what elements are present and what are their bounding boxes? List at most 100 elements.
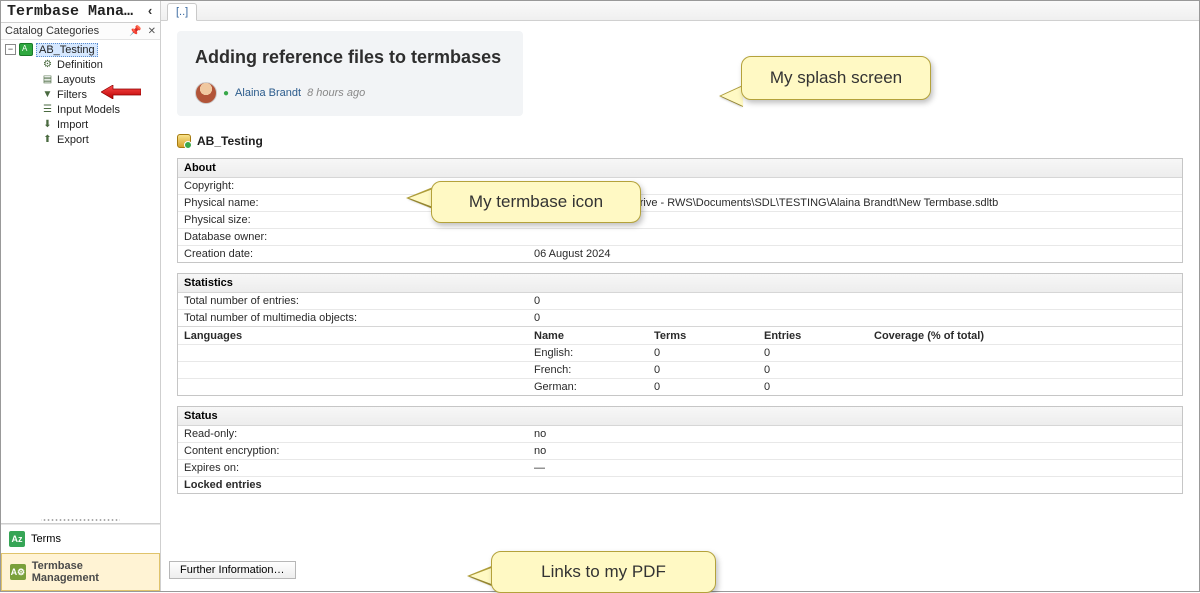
- model-icon: ☰: [41, 103, 54, 116]
- callout-tail-icon: [721, 86, 743, 106]
- splash-panel: Adding reference files to termbases ● Al…: [177, 31, 523, 116]
- tree-item-label: Filters: [57, 89, 87, 101]
- export-icon: ⬆: [41, 133, 54, 146]
- sidebar-title: Termbase Mana… ‹: [1, 1, 160, 23]
- table-row: Total number of multimedia objects: 0: [178, 310, 1182, 327]
- callout-pdf-text: Links to my PDF: [541, 562, 666, 581]
- status-encryption-label: Content encryption:: [178, 443, 528, 460]
- callout-icon-text: My termbase icon: [469, 192, 603, 211]
- tab-current[interactable]: [..]: [167, 3, 197, 21]
- nav-termbase-management[interactable]: A⚙ Termbase Management: [1, 553, 160, 591]
- lang-name: French:: [528, 362, 648, 379]
- lang-coverage: [868, 345, 1182, 362]
- stats-entries-label: Total number of entries:: [178, 293, 528, 310]
- table-row: Content encryption: no: [178, 443, 1182, 460]
- table-row: Database owner:: [178, 229, 1182, 246]
- status-expires-label: Expires on:: [178, 460, 528, 477]
- gear-icon: ⚙: [41, 58, 54, 71]
- col-coverage: Coverage (% of total): [868, 327, 1182, 345]
- filter-icon: ▼: [41, 88, 54, 101]
- about-creation-label: Creation date:: [178, 246, 528, 263]
- lang-terms: 0: [648, 379, 758, 396]
- about-db-owner-label: Database owner:: [178, 229, 528, 246]
- lang-entries: 0: [758, 345, 868, 362]
- terms-icon: Az: [9, 531, 25, 547]
- tree-item-export[interactable]: ⬆ Export: [3, 132, 158, 147]
- table-row: Total number of entries: 0: [178, 293, 1182, 310]
- catalog-header-label: Catalog Categories: [5, 25, 99, 37]
- lang-terms: 0: [648, 345, 758, 362]
- lang-coverage: [868, 379, 1182, 396]
- callout-tail-icon: [409, 189, 433, 207]
- pin-icon[interactable]: 📌: [129, 26, 141, 37]
- col-name: Name: [528, 327, 648, 345]
- online-dot-icon: ●: [223, 88, 229, 99]
- callout-splash-text: My splash screen: [770, 68, 902, 87]
- lang-coverage: [868, 362, 1182, 379]
- tab-label: [..]: [176, 6, 188, 18]
- lang-entries: 0: [758, 379, 868, 396]
- lang-name: German:: [528, 379, 648, 396]
- table-row: Locked entries: [178, 477, 1182, 494]
- table-row: English: 0 0: [178, 345, 1182, 362]
- status-encryption-value: no: [528, 443, 1182, 460]
- termbase-heading: AB_Testing: [177, 134, 1183, 148]
- tree-item-label: Export: [57, 134, 89, 146]
- table-row: Read-only: no: [178, 426, 1182, 443]
- status-readonly-label: Read-only:: [178, 426, 528, 443]
- tree-item-label: Input Models: [57, 104, 120, 116]
- table-row: Physical name: C:\Users\pfilkin\OneDrive…: [178, 195, 1182, 212]
- callout-pdf: Links to my PDF: [491, 551, 716, 593]
- main-panel: [..] Adding reference files to termbases…: [161, 1, 1199, 591]
- status-readonly-value: no: [528, 426, 1182, 443]
- import-icon: ⬇: [41, 118, 54, 131]
- table-row: German: 0 0: [178, 379, 1182, 396]
- statistics-header: Statistics: [178, 274, 1182, 293]
- tree-item-import[interactable]: ⬇ Import: [3, 117, 158, 132]
- nav-management-label: Termbase Management: [32, 560, 151, 584]
- languages-label: Languages: [178, 327, 528, 345]
- status-locked-label: Locked entries: [178, 477, 528, 494]
- stats-entries-value: 0: [528, 293, 1182, 310]
- callout-splash: My splash screen: [741, 56, 931, 100]
- status-expires-value: —: [528, 460, 1182, 477]
- tree-item-label: Definition: [57, 59, 103, 71]
- col-terms: Terms: [648, 327, 758, 345]
- stats-mm-label: Total number of multimedia objects:: [178, 310, 528, 327]
- termbase-management-icon: A⚙: [10, 564, 26, 580]
- time-ago: 8 hours ago: [307, 87, 365, 99]
- tree-root-label: AB_Testing: [36, 43, 98, 57]
- nav-terms[interactable]: Az Terms: [1, 524, 160, 553]
- sidebar-title-text: Termbase Mana…: [7, 3, 133, 20]
- lang-terms: 0: [648, 362, 758, 379]
- tree-item-filters[interactable]: ▼ Filters: [3, 87, 158, 102]
- tree-item-definition[interactable]: ⚙ Definition: [3, 57, 158, 72]
- content-area: Adding reference files to termbases ● Al…: [161, 21, 1199, 591]
- tree-root-ab-testing[interactable]: − AB_Testing: [3, 42, 158, 57]
- col-entries: Entries: [758, 327, 868, 345]
- author-link[interactable]: Alaina Brandt: [235, 87, 301, 99]
- table-row: Expires on: —: [178, 460, 1182, 477]
- tree-item-label: Import: [57, 119, 88, 131]
- status-header: Status: [178, 407, 1182, 426]
- lang-name: English:: [528, 345, 648, 362]
- tree-item-layouts[interactable]: ▤ Layouts: [3, 72, 158, 87]
- close-panel-icon[interactable]: ✕: [148, 26, 156, 37]
- collapse-sidebar-icon[interactable]: ‹: [146, 4, 154, 19]
- table-row: French: 0 0: [178, 362, 1182, 379]
- further-information-button[interactable]: Further Information…: [169, 561, 296, 579]
- about-db-owner-value: [528, 229, 1182, 246]
- splash-title: Adding reference files to termbases: [195, 47, 505, 68]
- table-row: Copyright: AB_Community: [178, 178, 1182, 195]
- splash-author-row: ● Alaina Brandt 8 hours ago: [195, 82, 505, 104]
- tab-strip: [..]: [161, 1, 1199, 21]
- termbase-icon: [177, 134, 191, 148]
- table-row: Creation date: 06 August 2024: [178, 246, 1182, 263]
- collapse-toggle-icon[interactable]: −: [5, 44, 16, 55]
- layout-icon: ▤: [41, 73, 54, 86]
- tree-item-input-models[interactable]: ☰ Input Models: [3, 102, 158, 117]
- termbase-db-icon: [19, 43, 33, 56]
- termbase-name: AB_Testing: [197, 134, 263, 148]
- about-header: About: [178, 159, 1182, 178]
- statistics-panel: Statistics Total number of entries: 0 To…: [177, 273, 1183, 396]
